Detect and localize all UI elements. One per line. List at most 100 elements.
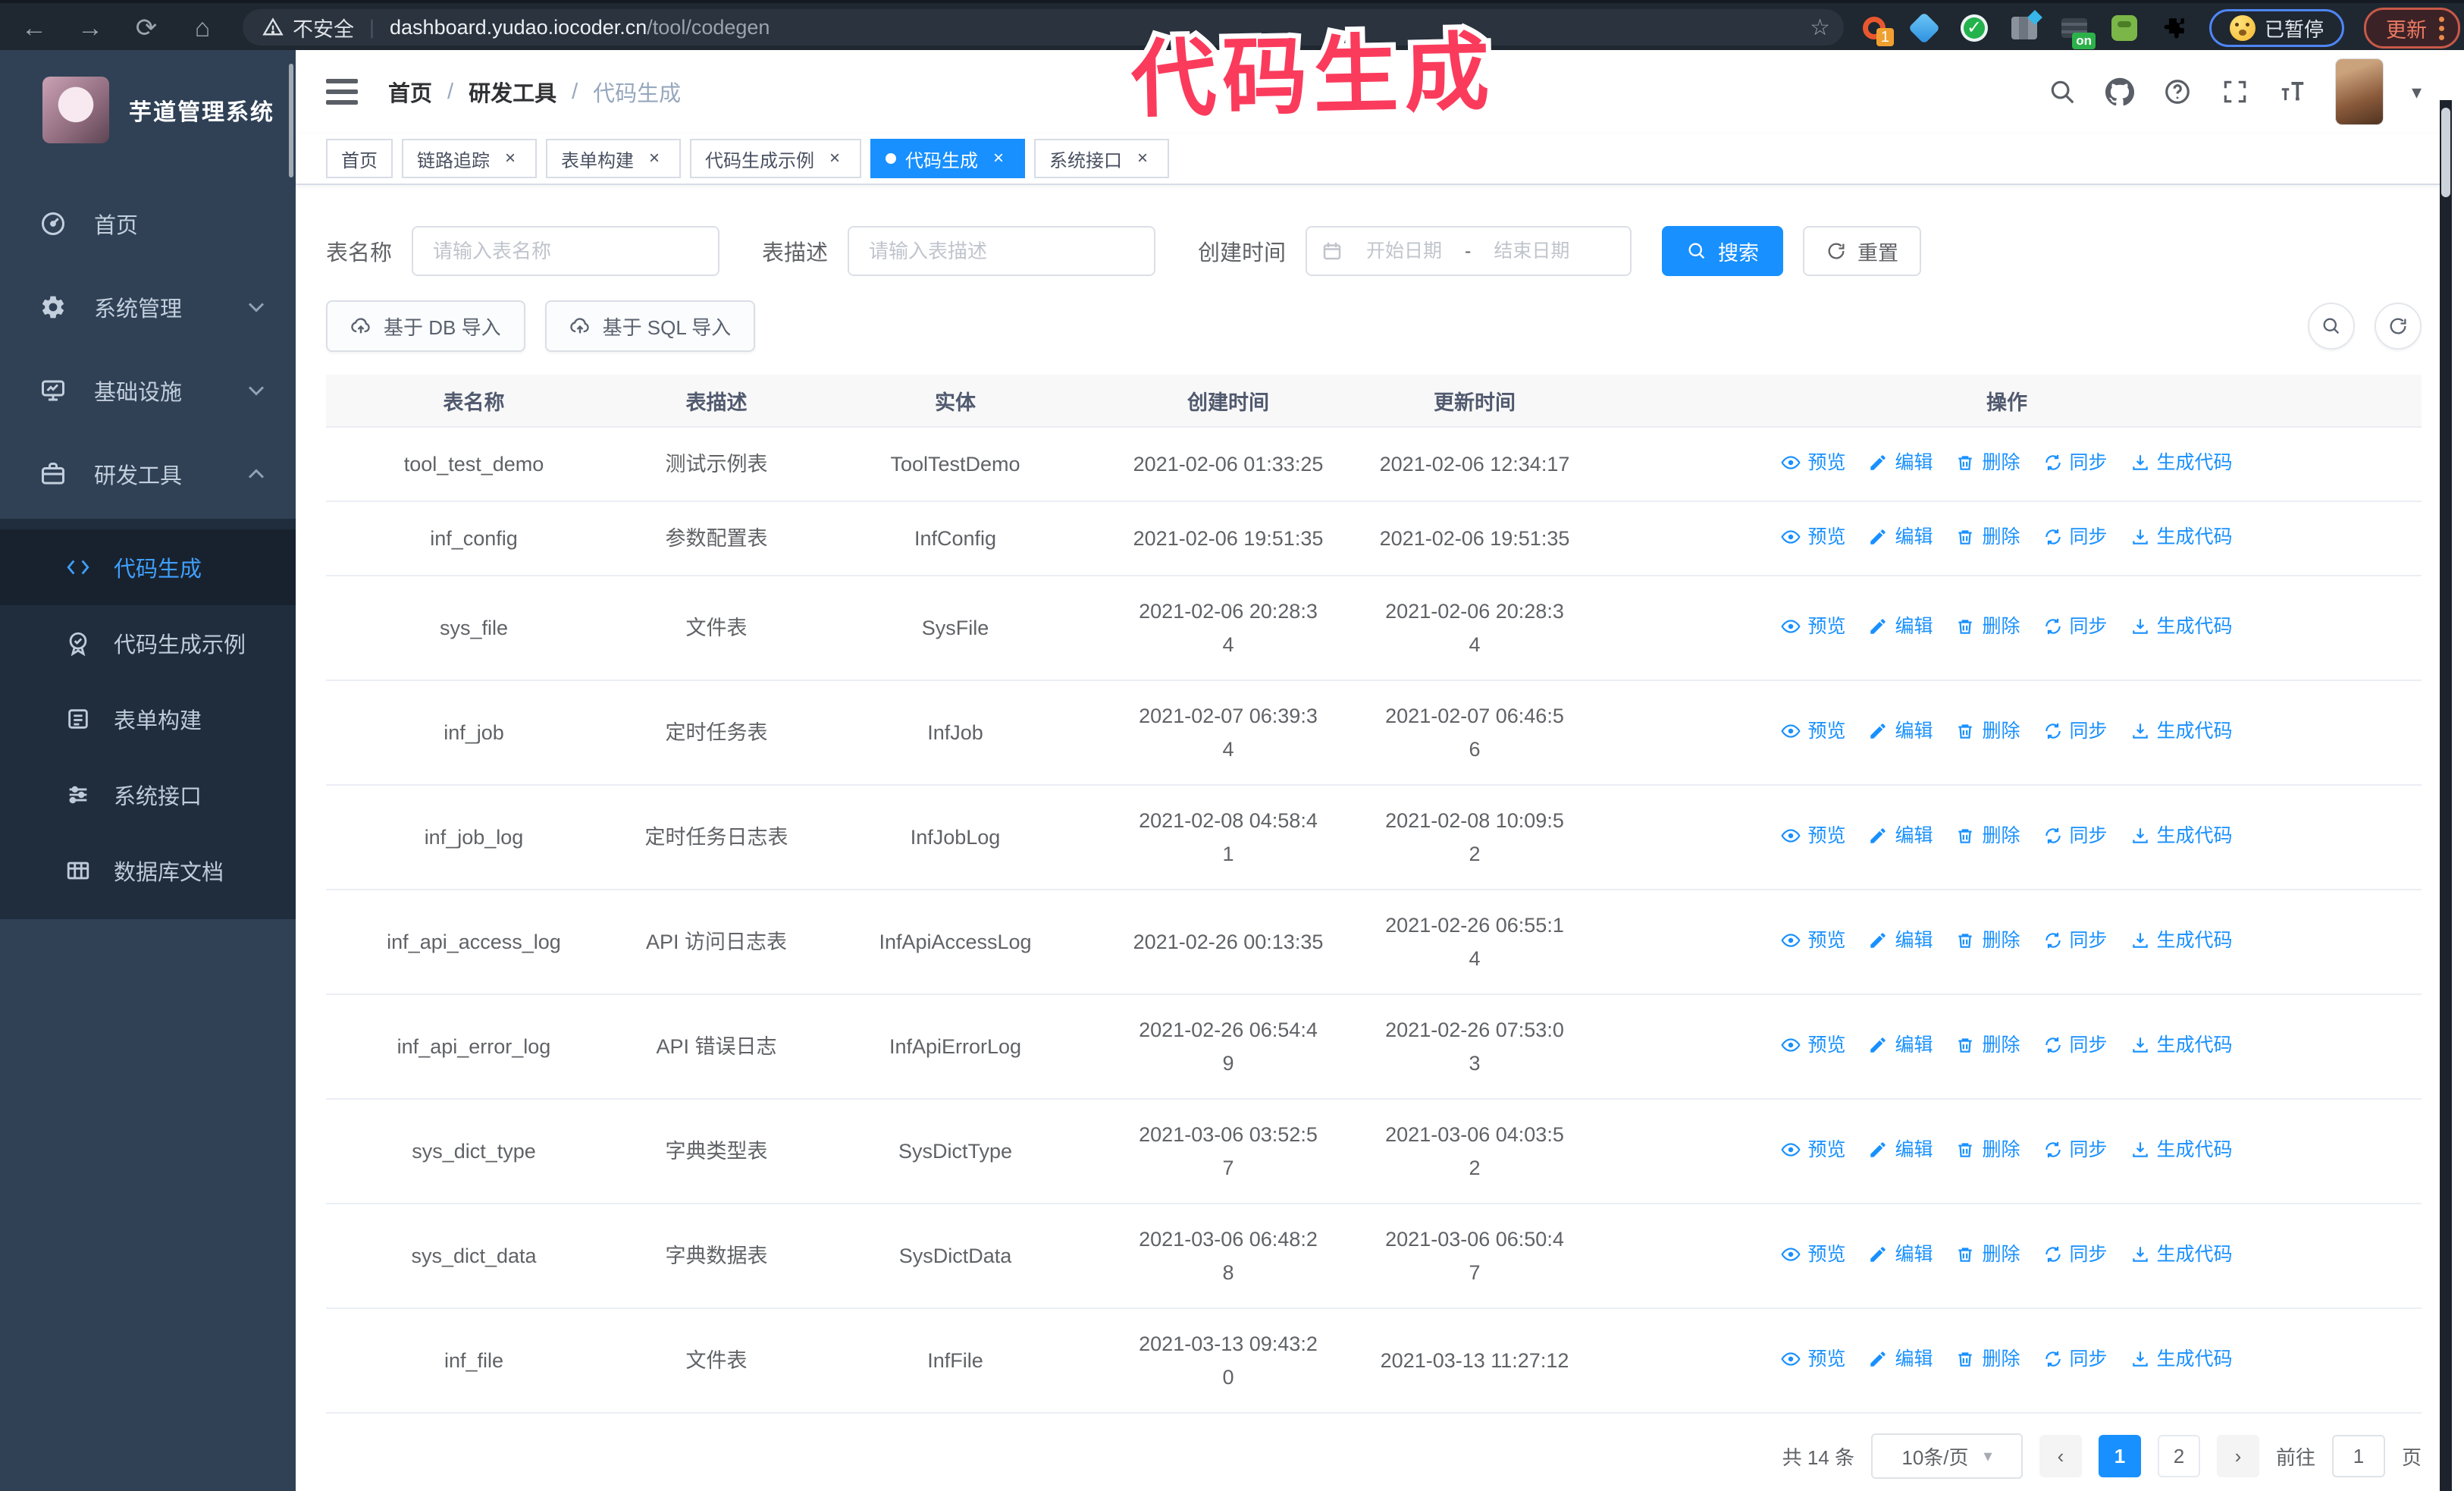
sidebar-item-infra[interactable]: 基础设施 (0, 349, 296, 432)
close-icon[interactable]: × (823, 148, 846, 169)
tab-tracing[interactable]: 链路追踪 × (402, 139, 537, 178)
sync-link[interactable]: 同步 (2043, 819, 2108, 852)
delete-link[interactable]: 删除 (1955, 1028, 2020, 1062)
refresh-table-button[interactable] (2375, 303, 2422, 350)
edit-link[interactable]: 编辑 (1868, 1028, 1933, 1062)
preview-link[interactable]: 预览 (1781, 1238, 1845, 1271)
preview-link[interactable]: 预览 (1781, 1133, 1845, 1166)
sync-link[interactable]: 同步 (2043, 1238, 2108, 1271)
tab-codegen[interactable]: 代码生成 × (870, 139, 1025, 178)
page-button-2[interactable]: 2 (2157, 1435, 2200, 1477)
url-path[interactable]: /tool/codegen (647, 16, 770, 39)
font-size-icon[interactable] (2278, 77, 2307, 106)
generate-link[interactable]: 生成代码 (2130, 1133, 2233, 1166)
generate-link[interactable]: 生成代码 (2130, 924, 2233, 957)
sync-link[interactable]: 同步 (2043, 446, 2108, 479)
extension-check-icon[interactable]: ✓ (1959, 13, 1989, 43)
generate-link[interactable]: 生成代码 (2130, 714, 2233, 748)
toggle-search-button[interactable] (2308, 303, 2355, 350)
end-date-input[interactable] (1477, 239, 1587, 263)
extension-rows-icon[interactable]: on (2059, 13, 2096, 49)
extension-ring-icon[interactable]: 1 (1859, 13, 1894, 46)
generate-link[interactable]: 生成代码 (2130, 1238, 2233, 1271)
sidebar-item-home[interactable]: 首页 (0, 182, 296, 265)
logo-row[interactable]: 芋道管理系统 (0, 50, 296, 152)
sync-link[interactable]: 同步 (2043, 1028, 2108, 1062)
edit-link[interactable]: 编辑 (1868, 1238, 1933, 1271)
search-icon[interactable] (2048, 77, 2077, 106)
sync-link[interactable]: 同步 (2043, 610, 2108, 643)
preview-link[interactable]: 预览 (1781, 610, 1845, 643)
hamburger-icon[interactable] (326, 79, 358, 105)
delete-link[interactable]: 删除 (1955, 924, 2020, 957)
date-range-picker[interactable]: - (1306, 226, 1632, 276)
search-button[interactable]: 搜索 (1662, 226, 1784, 276)
preview-link[interactable]: 预览 (1781, 1028, 1845, 1062)
browser-scrollbar[interactable] (2440, 100, 2452, 1491)
user-avatar[interactable] (2335, 59, 2383, 124)
forward-icon[interactable]: → (73, 11, 108, 46)
fullscreen-icon[interactable] (2221, 77, 2249, 106)
bookmark-star-icon[interactable]: ☆ (1810, 14, 1830, 41)
delete-link[interactable]: 删除 (1955, 446, 2020, 479)
update-button[interactable]: 更新 (2364, 8, 2461, 49)
delete-link[interactable]: 删除 (1955, 610, 2020, 643)
preview-link[interactable]: 预览 (1781, 924, 1845, 957)
import-sql-button[interactable]: 基于 SQL 导入 (544, 300, 756, 352)
security-label[interactable]: 不安全 (293, 13, 354, 42)
submenu-item-db-doc[interactable]: 数据库文档 (0, 833, 296, 909)
table-desc-input[interactable] (848, 226, 1156, 276)
sync-link[interactable]: 同步 (2043, 1133, 2108, 1166)
edit-link[interactable]: 编辑 (1868, 1133, 1933, 1166)
table-name-input[interactable] (412, 226, 720, 276)
home-icon[interactable]: ⌂ (185, 11, 220, 46)
submenu-item-codegen-demo[interactable]: 代码生成示例 (0, 605, 296, 681)
page-size-select[interactable]: 10条/页 ▾ (1870, 1433, 2023, 1479)
sync-link[interactable]: 同步 (2043, 714, 2108, 748)
preview-link[interactable]: 预览 (1781, 520, 1845, 554)
generate-link[interactable]: 生成代码 (2130, 446, 2233, 479)
extension-gem-icon[interactable] (1908, 11, 1941, 45)
reload-icon[interactable]: ⟳ (129, 11, 164, 46)
preview-link[interactable]: 预览 (1781, 819, 1845, 852)
tab-codegen-demo[interactable]: 代码生成示例 × (690, 139, 861, 178)
tab-form-builder[interactable]: 表单构建 × (546, 139, 681, 178)
help-icon[interactable] (2163, 77, 2192, 106)
kebab-menu-icon[interactable] (2439, 16, 2445, 40)
scrollbar-thumb[interactable] (2441, 108, 2450, 197)
generate-link[interactable]: 生成代码 (2130, 1028, 2233, 1062)
generate-link[interactable]: 生成代码 (2130, 819, 2233, 852)
delete-link[interactable]: 删除 (1955, 1342, 2020, 1376)
delete-link[interactable]: 删除 (1955, 1133, 2020, 1166)
extension-key-icon[interactable] (2109, 13, 2140, 43)
close-icon[interactable]: × (643, 148, 666, 169)
sync-link[interactable]: 同步 (2043, 924, 2108, 957)
edit-link[interactable]: 编辑 (1868, 1342, 1933, 1376)
edit-link[interactable]: 编辑 (1868, 924, 1933, 957)
prev-page-button[interactable]: ‹ (2039, 1435, 2082, 1477)
edit-link[interactable]: 编辑 (1868, 520, 1933, 554)
delete-link[interactable]: 删除 (1955, 714, 2020, 748)
generate-link[interactable]: 生成代码 (2130, 1342, 2233, 1376)
breadcrumb-home[interactable]: 首页 (388, 76, 432, 108)
address-bar[interactable]: 不安全 | dashboard.yudao.iocoder.cn/tool/co… (243, 9, 1844, 46)
github-icon[interactable] (2105, 77, 2134, 106)
edit-link[interactable]: 编辑 (1868, 714, 1933, 748)
generate-link[interactable]: 生成代码 (2130, 520, 2233, 554)
breadcrumb-devtools[interactable]: 研发工具 (469, 76, 556, 108)
delete-link[interactable]: 删除 (1955, 1238, 2020, 1271)
tab-home[interactable]: 首页 (326, 139, 393, 178)
submenu-item-system-api[interactable]: 系统接口 (0, 757, 296, 833)
preview-link[interactable]: 预览 (1781, 446, 1845, 479)
close-icon[interactable]: × (499, 148, 522, 169)
sync-link[interactable]: 同步 (2043, 520, 2108, 554)
start-date-input[interactable] (1350, 239, 1459, 263)
edit-link[interactable]: 编辑 (1868, 819, 1933, 852)
back-icon[interactable]: ← (17, 11, 52, 46)
page-button-1[interactable]: 1 (2098, 1435, 2141, 1477)
edit-link[interactable]: 编辑 (1868, 610, 1933, 643)
next-page-button[interactable]: › (2216, 1435, 2259, 1477)
profile-paused-chip[interactable]: 已暂停 (2209, 9, 2345, 47)
extension-columns-icon[interactable] (2009, 13, 2039, 43)
reset-button[interactable]: 重置 (1803, 226, 1922, 276)
